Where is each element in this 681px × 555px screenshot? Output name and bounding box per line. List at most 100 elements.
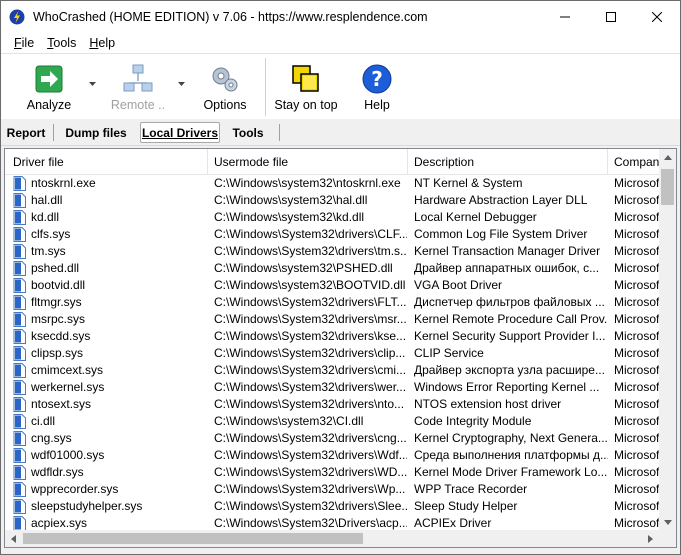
chevron-down-icon xyxy=(663,520,672,525)
maximize-icon xyxy=(606,11,616,22)
table-row[interactable]: hal.dll C:\Windows\system32\hal.dll Hardwa… xyxy=(5,192,660,209)
document-icon xyxy=(13,499,26,514)
analyze-button[interactable]: Analyze xyxy=(23,58,75,116)
stay-on-top-label: Stay on top xyxy=(274,98,338,112)
table-row[interactable]: ntoskrnl.exe C:\Windows\system32\ntoskrnl… xyxy=(5,175,660,192)
table-row[interactable]: cng.sys C:\Windows\System32\drivers\cng..… xyxy=(5,430,660,447)
document-icon xyxy=(13,312,26,327)
table-row[interactable]: fltmgr.sys C:\Windows\System32\drivers\FL… xyxy=(5,294,660,311)
scroll-right-button[interactable] xyxy=(642,530,659,547)
table-row[interactable]: ci.dll C:\Windows\system32\CI.dll Code Int… xyxy=(5,413,660,430)
drivers-list[interactable]: Driver file Usermode file Description Co… xyxy=(4,148,677,548)
table-row[interactable]: clipsp.sys C:\Windows\System32\drivers\cl… xyxy=(5,345,660,362)
remote-dropdown-icon[interactable] xyxy=(178,82,185,86)
driver-file-name: pshed.dll xyxy=(31,261,80,275)
options-button[interactable]: Options xyxy=(197,58,253,116)
chevron-left-icon xyxy=(11,534,16,543)
menu-tools[interactable]: Tools xyxy=(40,36,82,50)
stay-on-top-button[interactable]: Stay on top xyxy=(273,58,339,116)
gears-icon xyxy=(212,67,238,92)
table-row[interactable]: werkernel.sys C:\Windows\System32\drivers… xyxy=(5,379,660,396)
tab-report[interactable]: Report xyxy=(3,122,49,143)
table-row[interactable]: wdfldr.sys C:\Windows\System32\drivers\WD… xyxy=(5,464,660,481)
cell-driver-file: pshed.dll xyxy=(13,260,207,277)
cell-usermode-file: C:\Windows\System32\drivers\FLT... xyxy=(214,295,407,309)
cell-company: Microsoft xyxy=(614,210,660,224)
driver-file-name: wdfldr.sys xyxy=(31,465,84,479)
cell-description: Local Kernel Debugger xyxy=(414,210,537,224)
table-row[interactable]: ntosext.sys C:\Windows\System32\drivers\n… xyxy=(5,396,660,413)
cell-description: Диспетчер фильтров файловых ... xyxy=(414,295,605,309)
tab-tools-label: Tools xyxy=(232,125,264,140)
table-row[interactable]: clfs.sys C:\Windows\System32\drivers\CLF.… xyxy=(5,226,660,243)
cell-usermode-file: C:\Windows\System32\drivers\tm.s... xyxy=(214,244,407,258)
cell-usermode-file: C:\Windows\system32\hal.dll xyxy=(214,193,368,207)
cell-driver-file: ksecdd.sys xyxy=(13,328,207,345)
maximize-button[interactable] xyxy=(588,1,634,32)
cell-usermode-file: C:\Windows\System32\drivers\kse... xyxy=(214,329,407,343)
horizontal-scrollbar[interactable] xyxy=(5,530,659,547)
column-header-usermode-file[interactable]: Usermode file xyxy=(208,149,407,175)
cell-description: Драйвер аппаратных ошибок, с... xyxy=(414,261,600,275)
table-row[interactable]: sleepstudyhelper.sys C:\Windows\System32\… xyxy=(5,498,660,515)
menu-help[interactable]: Help xyxy=(82,36,121,50)
column-header-description[interactable]: Description xyxy=(408,149,607,175)
document-icon xyxy=(13,346,26,361)
table-row[interactable]: cmimcext.sys C:\Windows\System32\drivers\… xyxy=(5,362,660,379)
cell-usermode-file: C:\Windows\system32\BOOTVID.dll xyxy=(214,278,406,292)
cell-company: Microsoft xyxy=(614,499,660,513)
window-controls xyxy=(542,1,680,32)
cell-description: Hardware Abstraction Layer DLL xyxy=(414,193,588,207)
list-header: Driver file Usermode file Description Co… xyxy=(5,149,660,175)
tab-tools[interactable]: Tools xyxy=(225,122,271,143)
scroll-down-button[interactable] xyxy=(659,514,676,531)
table-row[interactable]: ksecdd.sys C:\Windows\System32\drivers\ks… xyxy=(5,328,660,345)
vertical-scroll-thumb[interactable] xyxy=(661,169,674,205)
cell-driver-file: sleepstudyhelper.sys xyxy=(13,498,207,515)
window-title: WhoCrashed (HOME EDITION) v 7.06 - https… xyxy=(33,9,428,24)
cell-driver-file: fltmgr.sys xyxy=(13,294,207,311)
remote-button[interactable]: Remote .. xyxy=(109,58,167,116)
cell-company: Microsoft xyxy=(614,329,660,343)
network-computers-icon xyxy=(123,64,153,92)
cell-company: Microsoft xyxy=(614,465,660,479)
cell-usermode-file: C:\Windows\System32\drivers\clip... xyxy=(214,346,406,360)
column-header-driver-file[interactable]: Driver file xyxy=(7,149,206,175)
table-row[interactable]: kd.dll C:\Windows\system32\kd.dll Local Ke… xyxy=(5,209,660,226)
column-header-company[interactable]: Company xyxy=(608,149,660,175)
options-label: Options xyxy=(203,98,247,112)
horizontal-scroll-thumb[interactable] xyxy=(23,533,363,544)
table-row[interactable]: msrpc.sys C:\Windows\System32\drivers\msr… xyxy=(5,311,660,328)
tab-local-drivers[interactable]: Local Drivers xyxy=(140,122,220,143)
cell-description: Драйвер экспорта узла расшире... xyxy=(414,363,605,377)
analyze-dropdown-icon[interactable] xyxy=(89,82,96,86)
cell-usermode-file: C:\Windows\System32\drivers\cmi... xyxy=(214,363,407,377)
table-row[interactable]: tm.sys C:\Windows\System32\drivers\tm.s..… xyxy=(5,243,660,260)
help-button[interactable]: ? Help xyxy=(354,58,400,116)
cell-usermode-file: C:\Windows\System32\drivers\msr... xyxy=(214,312,407,326)
driver-file-name: ci.dll xyxy=(31,414,56,428)
cell-company: Microsoft xyxy=(614,380,660,394)
vertical-scrollbar[interactable] xyxy=(659,149,676,531)
minimize-button[interactable] xyxy=(542,1,588,32)
cell-company: Microsoft xyxy=(614,261,660,275)
scroll-up-button[interactable] xyxy=(659,149,676,166)
menu-file[interactable]: File xyxy=(7,36,40,50)
cell-usermode-file: C:\Windows\System32\drivers\Slee... xyxy=(214,499,407,513)
table-row[interactable]: pshed.dll C:\Windows\system32\PSHED.dll Др… xyxy=(5,260,660,277)
cell-usermode-file: C:\Windows\System32\drivers\Wp... xyxy=(214,482,406,496)
close-button[interactable] xyxy=(634,1,680,32)
remote-label: Remote .. xyxy=(110,98,166,112)
cell-company: Microsoft xyxy=(614,431,660,445)
tab-dump-files[interactable]: Dump files xyxy=(57,122,135,143)
title-bar[interactable]: WhoCrashed (HOME EDITION) v 7.06 - https… xyxy=(1,1,680,32)
table-row[interactable]: wpprecorder.sys C:\Windows\System32\drive… xyxy=(5,481,660,498)
table-row[interactable]: wdf01000.sys C:\Windows\System32\drivers\… xyxy=(5,447,660,464)
scroll-left-button[interactable] xyxy=(5,530,22,547)
toolbar: Analyze Remote .. Options Stay on top ? … xyxy=(1,53,680,119)
document-icon xyxy=(13,516,26,531)
cell-company: Microsoft xyxy=(614,414,660,428)
cell-driver-file: clfs.sys xyxy=(13,226,207,243)
table-row[interactable]: bootvid.dll C:\Windows\system32\BOOTVID.d… xyxy=(5,277,660,294)
cell-description: Code Integrity Module xyxy=(414,414,532,428)
